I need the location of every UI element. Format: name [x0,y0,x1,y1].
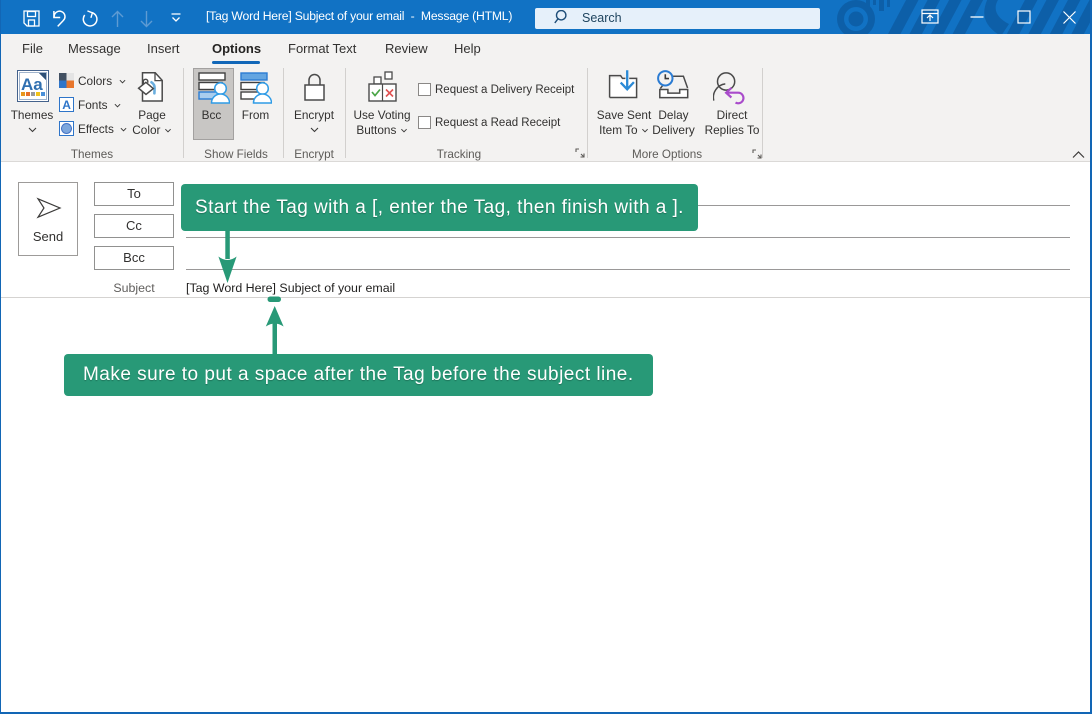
svg-text:Aa: Aa [21,75,43,94]
svg-text:A: A [62,98,71,112]
